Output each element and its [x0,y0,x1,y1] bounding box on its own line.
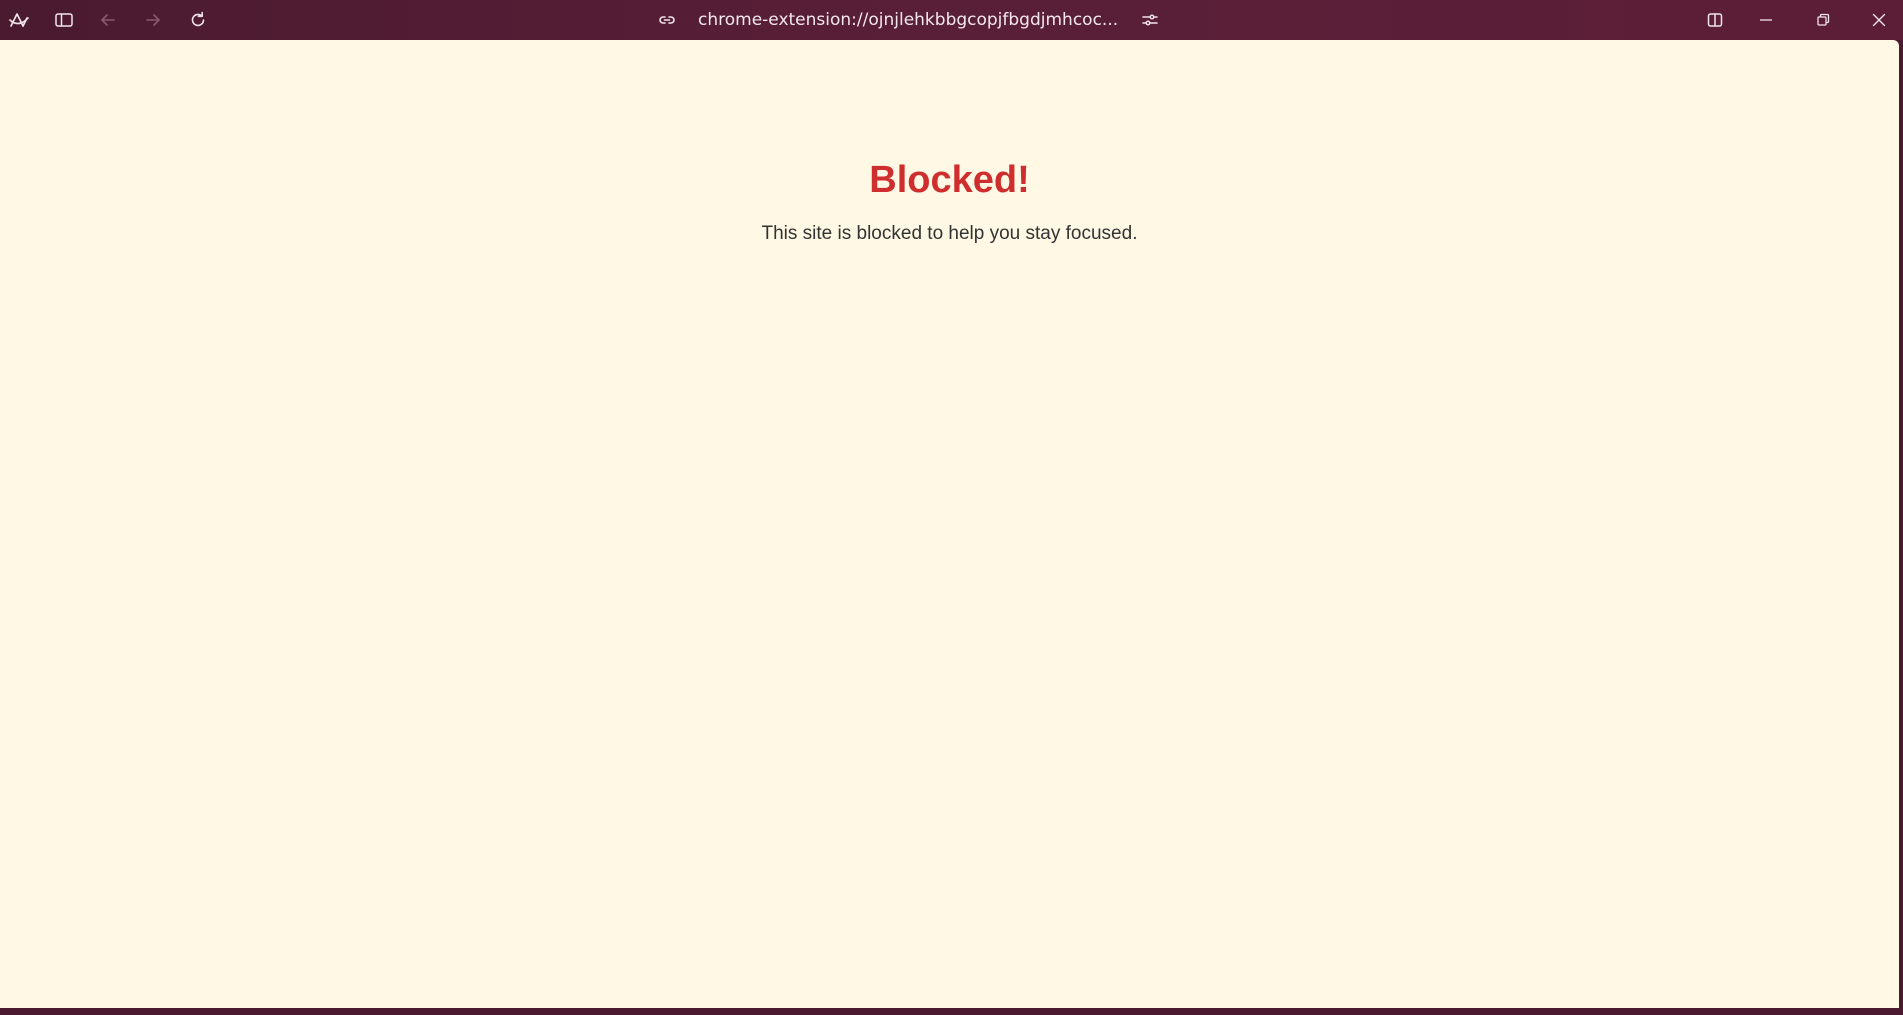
sidebar-toggle-icon[interactable] [50,6,78,34]
minimize-icon[interactable] [1752,6,1780,34]
page-title: Blocked! [869,159,1030,201]
sliders-icon[interactable] [1136,6,1164,34]
restore-icon[interactable] [1809,6,1837,34]
split-view-icon[interactable] [1701,6,1729,34]
page-content: Blocked! This site is blocked to help yo… [0,40,1899,1008]
window-frame-bottom [0,1008,1903,1015]
link-icon[interactable] [653,6,681,34]
close-icon[interactable] [1865,6,1893,34]
browser-titlebar: chrome-extension://ojnjlehkbbgcopjfbgdjm… [0,0,1903,40]
reload-icon[interactable] [184,6,212,34]
address-bar-url[interactable]: chrome-extension://ojnjlehkbbgcopjfbgdjm… [698,9,1123,31]
arc-logo-icon[interactable] [5,6,33,34]
arrow-left-icon[interactable] [94,6,122,34]
arrow-right-icon[interactable] [139,6,167,34]
window-frame-right [1899,40,1903,1015]
blocked-message: This site is blocked to help you stay fo… [761,223,1138,244]
